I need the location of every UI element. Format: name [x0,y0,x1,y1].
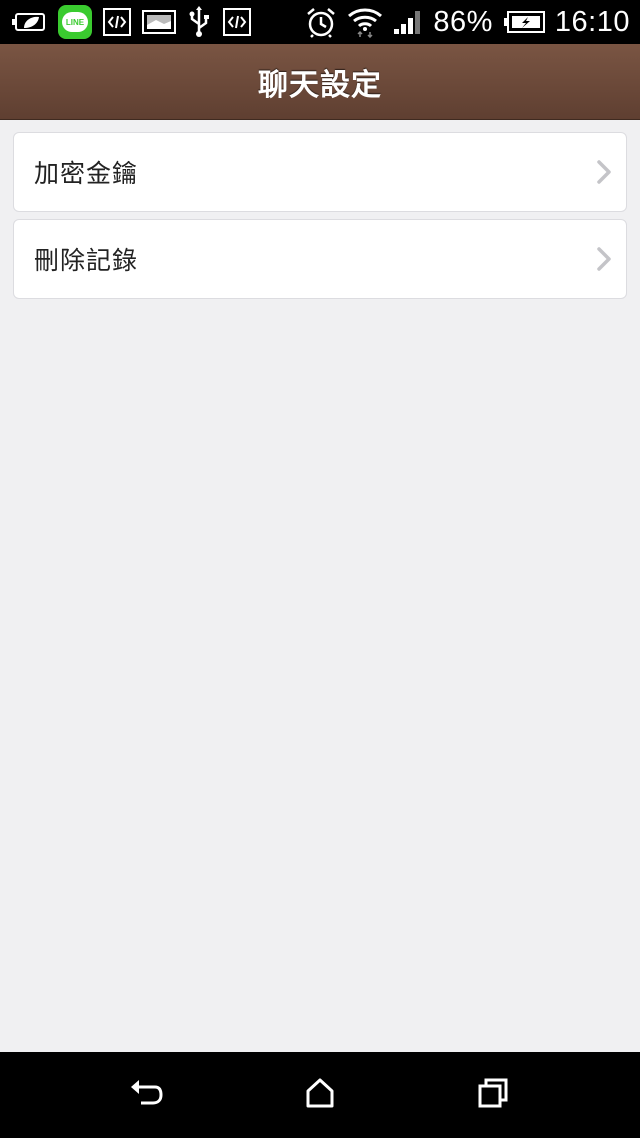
battery-percent: 86% [433,5,493,38]
menu-item-label: 刪除記錄 [34,246,139,275]
recents-button[interactable] [453,1060,533,1130]
navigation-bar [0,1052,640,1138]
signal-icon [393,6,423,38]
line-badge-text: LINE [62,12,88,32]
settings-list: 加密金鑰 刪除記錄 [0,120,640,1052]
clock: 16:10 [554,5,630,38]
status-bar-system: 86% 16:10 [305,6,630,39]
home-button[interactable] [280,1060,360,1130]
header-bar: 聊天設定 [0,44,640,120]
battery-icon [503,6,545,38]
status-bar-notifications: LINE [12,5,252,39]
back-icon [129,1077,165,1113]
recents-icon [477,1077,509,1113]
line-app-icon: LINE [58,5,92,39]
code-icon [222,6,252,38]
page-title: 聊天設定 [258,67,382,103]
usb-icon [186,6,212,38]
menu-item-delete-history[interactable]: 刪除記錄 [13,219,627,299]
home-icon [304,1077,336,1113]
status-bar: LINE 86% 16:10 [0,0,640,44]
wifi-icon [347,6,383,38]
code-icon [102,6,132,38]
chevron-right-icon [596,246,612,272]
chevron-right-icon [596,159,612,185]
image-icon [142,6,176,38]
alarm-icon [305,6,337,38]
back-button[interactable] [107,1060,187,1130]
menu-item-label: 加密金鑰 [34,159,139,188]
battery-saver-icon [12,6,48,38]
menu-item-encryption-key[interactable]: 加密金鑰 [13,132,627,212]
